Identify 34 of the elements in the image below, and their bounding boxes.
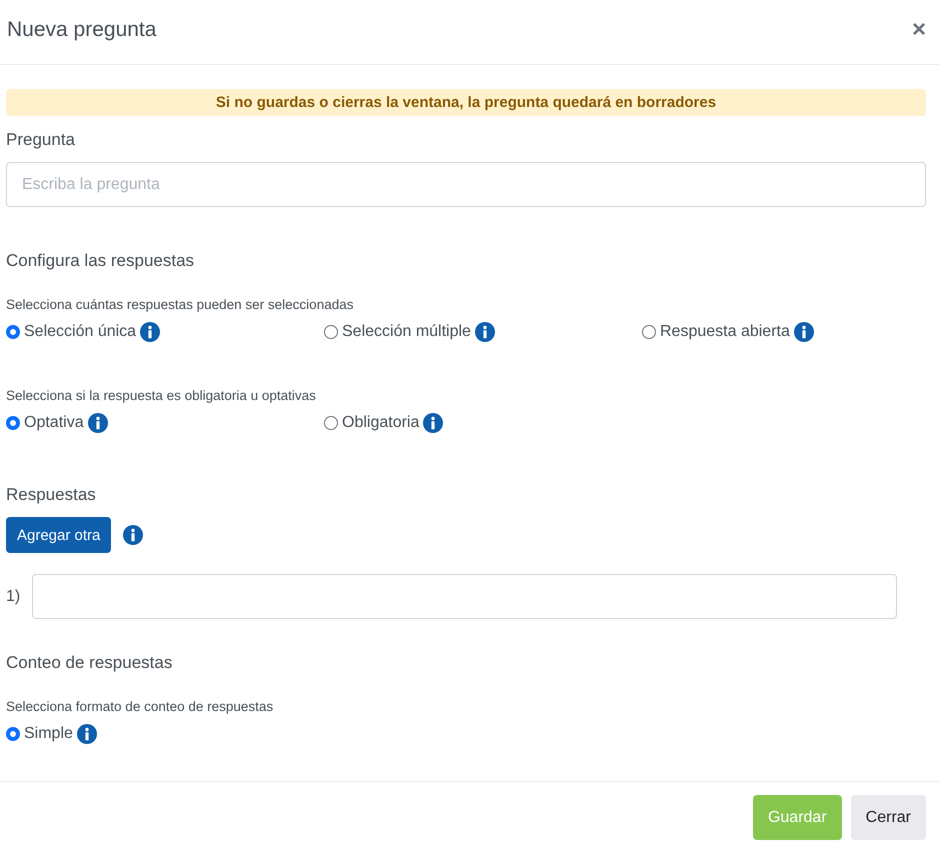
radio-button[interactable] [6,727,20,741]
close-button[interactable]: Cerrar [850,795,926,840]
radio-button[interactable] [324,325,338,339]
info-icon[interactable] [76,724,97,744]
info-icon[interactable] [88,413,108,433]
option-label: Simple [24,725,73,743]
option-label: Obligatoria [342,414,420,432]
section-heading: Configura las respuestas [6,251,196,271]
radio-button[interactable] [324,416,338,430]
info-icon[interactable] [794,322,814,342]
radio-button[interactable] [6,416,20,430]
question-field[interactable]: Escriba la pregunta [6,162,926,207]
section-heading: Conteo de respuestas [6,653,174,673]
info-icon[interactable] [140,322,160,342]
helper-text: Selecciona cuántas respuestas pueden ser seleccionadas [6,297,354,312]
section-heading: Respuestas [6,485,97,505]
option-label: Respuesta abierta [660,323,790,341]
radio-button[interactable] [6,325,20,339]
info-icon[interactable] [123,525,144,545]
warning-banner: Si no guardas o cierras la ventana, la pregunta quedará en borradores [6,89,926,116]
answer-field[interactable] [32,574,897,619]
section-label: Pregunta [6,130,76,150]
option-label: Selección múltiple [342,323,471,341]
helper-text: Selecciona si la respuesta es obligatoria u optativas [6,388,317,403]
dialog-title: Nueva pregunta [7,18,156,42]
answer-number: 1) [6,588,20,606]
close-button[interactable]: × [912,16,926,44]
info-icon[interactable] [474,322,495,342]
add-answer-button[interactable]: Agregar otra [6,517,112,553]
option-label: Optativa [24,414,84,432]
radio-button[interactable] [642,325,656,339]
info-icon[interactable] [423,413,444,433]
helper-text: Selecciona formato de conteo de respuestas [6,699,274,714]
option-label: Selección única [24,323,136,341]
